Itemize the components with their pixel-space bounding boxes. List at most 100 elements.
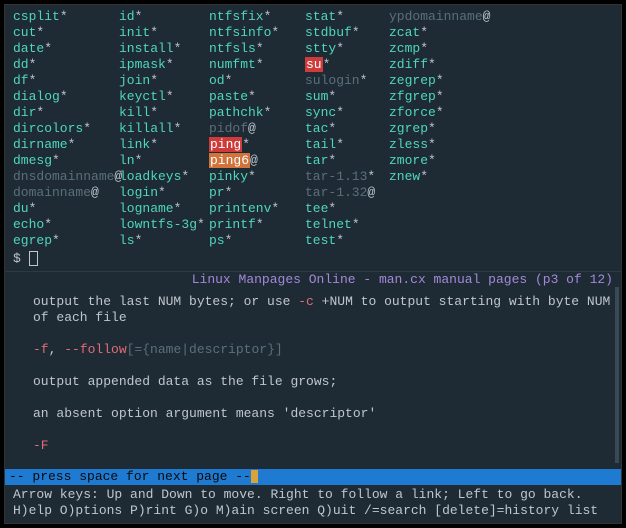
executable-icon: *	[420, 25, 428, 40]
listing-entry-ntfsinfo[interactable]: ntfsinfo*	[209, 25, 305, 41]
listing-entry-dnsdomainname[interactable]: dnsdomainname@	[13, 169, 119, 185]
listing-entry-pidof[interactable]: pidof@	[209, 121, 305, 137]
entry-name: df	[13, 73, 29, 88]
entry-name: csplit	[13, 9, 60, 24]
listing-entry-zgrep[interactable]: zgrep*	[389, 121, 479, 137]
listing-entry-init[interactable]: init*	[119, 25, 209, 41]
listing-entry-ntfsls[interactable]: ntfsls*	[209, 41, 305, 57]
executable-icon: *	[135, 9, 143, 24]
listing-entry-dialog[interactable]: dialog*	[13, 89, 119, 105]
listing-entry-loadkeys[interactable]: loadkeys*	[119, 169, 209, 185]
listing-entry-stat[interactable]: stat*	[305, 9, 389, 25]
listing-entry-sum[interactable]: sum*	[305, 89, 389, 105]
executable-icon: *	[60, 9, 68, 24]
listing-entry-df[interactable]: df*	[13, 73, 119, 89]
listing-entry-du[interactable]: du*	[13, 201, 119, 217]
listing-entry-tee[interactable]: tee*	[305, 201, 389, 217]
entry-name: zegrep	[389, 73, 436, 88]
listing-entry-ping6[interactable]: ping6@	[209, 153, 305, 169]
listing-entry-pathchk[interactable]: pathchk*	[209, 105, 305, 121]
listing-entry-pr[interactable]: pr*	[209, 185, 305, 201]
listing-column: stat*stdbuf*stty*su*sulogin*sum*sync*tac…	[305, 9, 389, 249]
listing-entry-telnet[interactable]: telnet*	[305, 217, 389, 233]
listing-entry-domainname[interactable]: domainname@	[13, 185, 119, 201]
executable-icon: *	[352, 217, 360, 232]
listing-entry-login[interactable]: login*	[119, 185, 209, 201]
executable-icon: *	[29, 73, 37, 88]
listing-entry-date[interactable]: date*	[13, 41, 119, 57]
listing-entry-numfmt[interactable]: numfmt*	[209, 57, 305, 73]
listing-entry-zforce[interactable]: zforce*	[389, 105, 479, 121]
listing-entry-ipmask[interactable]: ipmask*	[119, 57, 209, 73]
listing-entry-killall[interactable]: killall*	[119, 121, 209, 137]
listing-entry-logname[interactable]: logname*	[119, 201, 209, 217]
listing-entry-zegrep[interactable]: zegrep*	[389, 73, 479, 89]
listing-entry-link[interactable]: link*	[119, 137, 209, 153]
listing-entry-dirname[interactable]: dirname*	[13, 137, 119, 153]
listing-entry-dir[interactable]: dir*	[13, 105, 119, 121]
listing-entry-printf[interactable]: printf*	[209, 217, 305, 233]
listing-entry-pinky[interactable]: pinky*	[209, 169, 305, 185]
listing-entry-tar[interactable]: tar*	[305, 153, 389, 169]
listing-entry-join[interactable]: join*	[119, 73, 209, 89]
scrollbar[interactable]	[615, 287, 619, 463]
listing-entry-tar-1.13[interactable]: tar-1.13*	[305, 169, 389, 185]
listing-entry-tar-1.32[interactable]: tar-1.32@	[305, 185, 389, 201]
listing-entry-stty[interactable]: stty*	[305, 41, 389, 57]
listing-entry-paste[interactable]: paste*	[209, 89, 305, 105]
entry-name: killall	[119, 121, 174, 136]
listing-entry-kill[interactable]: kill*	[119, 105, 209, 121]
executable-icon: *	[197, 217, 205, 232]
listing-entry-lowntfs-3g[interactable]: lowntfs-3g*	[119, 217, 209, 233]
listing-entry-echo[interactable]: echo*	[13, 217, 119, 233]
listing-entry-cut[interactable]: cut*	[13, 25, 119, 41]
entry-name: pinky	[209, 169, 248, 184]
man-paragraph: an absent option argument means 'descrip…	[33, 406, 613, 422]
executable-icon: *	[352, 25, 360, 40]
listing-entry-tail[interactable]: tail*	[305, 137, 389, 153]
listing-entry-su[interactable]: su*	[305, 57, 389, 73]
listing-entry-zcat[interactable]: zcat*	[389, 25, 479, 41]
entry-name: test	[305, 233, 336, 248]
listing-entry-od[interactable]: od*	[209, 73, 305, 89]
entry-name: stdbuf	[305, 25, 352, 40]
listing-entry-tac[interactable]: tac*	[305, 121, 389, 137]
listing-entry-printenv[interactable]: printenv*	[209, 201, 305, 217]
listing-entry-dircolors[interactable]: dircolors*	[13, 121, 119, 137]
listing-entry-egrep[interactable]: egrep*	[13, 233, 119, 249]
listing-entry-zcmp[interactable]: zcmp*	[389, 41, 479, 57]
listing-entry-zdiff[interactable]: zdiff*	[389, 57, 479, 73]
entry-name: ps	[209, 233, 225, 248]
executable-icon: *	[428, 153, 436, 168]
listing-entry-ypdomainname[interactable]: ypdomainname@	[389, 9, 479, 25]
listing-entry-ping[interactable]: ping*	[209, 137, 305, 153]
entry-name: tar-1.13	[305, 169, 367, 184]
listing-entry-stdbuf[interactable]: stdbuf*	[305, 25, 389, 41]
listing-entry-install[interactable]: install*	[119, 41, 209, 57]
listing-entry-ntfsfix[interactable]: ntfsfix*	[209, 9, 305, 25]
executable-icon: *	[225, 233, 233, 248]
listing-entry-dmesg[interactable]: dmesg*	[13, 153, 119, 169]
listing-entry-csplit[interactable]: csplit*	[13, 9, 119, 25]
listing-entry-zmore[interactable]: zmore*	[389, 153, 479, 169]
executable-icon: *	[150, 73, 158, 88]
manpage-pane[interactable]: output the last NUM bytes; or use -c +NU…	[5, 288, 621, 454]
listing-entry-zfgrep[interactable]: zfgrep*	[389, 89, 479, 105]
listing-entry-dd[interactable]: dd*	[13, 57, 119, 73]
entry-name: dd	[13, 57, 29, 72]
listing-entry-znew[interactable]: znew*	[389, 169, 479, 185]
listing-entry-sync[interactable]: sync*	[305, 105, 389, 121]
entry-name: cut	[13, 25, 36, 40]
listing-entry-id[interactable]: id*	[119, 9, 209, 25]
entry-name: dmesg	[13, 153, 52, 168]
listing-entry-keyctl[interactable]: keyctl*	[119, 89, 209, 105]
listing-entry-ps[interactable]: ps*	[209, 233, 305, 249]
shell-prompt[interactable]: $	[5, 249, 621, 269]
entry-name: ntfsfix	[209, 9, 264, 24]
listing-entry-ls[interactable]: ls*	[119, 233, 209, 249]
listing-entry-zless[interactable]: zless*	[389, 137, 479, 153]
executable-icon: *	[248, 89, 256, 104]
listing-entry-test[interactable]: test*	[305, 233, 389, 249]
listing-entry-sulogin[interactable]: sulogin*	[305, 73, 389, 89]
listing-entry-ln[interactable]: ln*	[119, 153, 209, 169]
